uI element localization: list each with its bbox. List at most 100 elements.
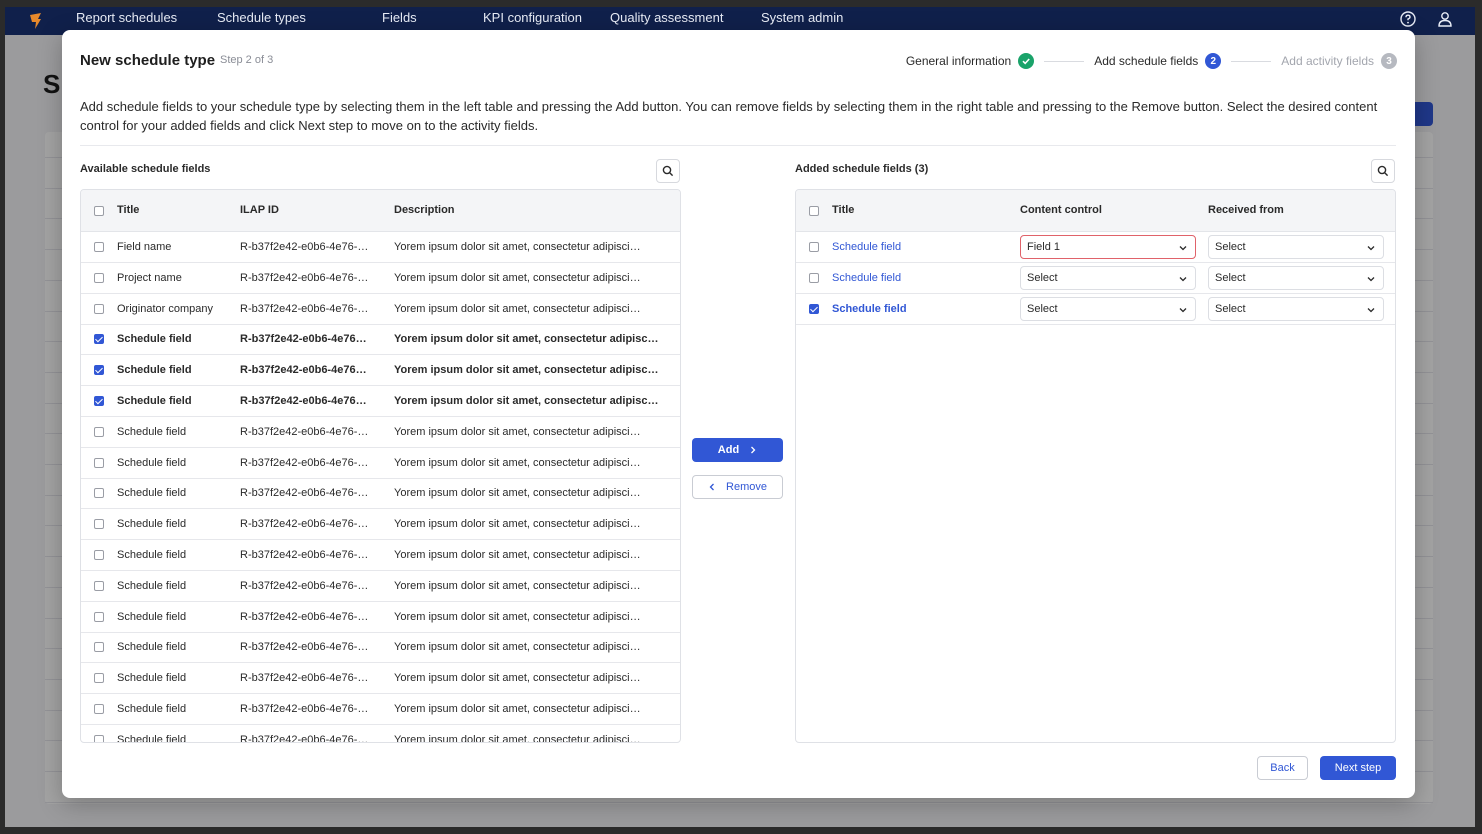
row-title: Schedule field [117, 579, 187, 592]
table-row[interactable]: Project name R-b37f2e42-e0b6-4e76-… Yorem … [81, 263, 680, 294]
row-checkbox[interactable] [94, 580, 104, 591]
row-checkbox[interactable] [94, 272, 104, 283]
content-control-select[interactable]: Field 1 [1020, 235, 1196, 259]
row-title-link[interactable]: Schedule field [832, 272, 1012, 284]
table-row[interactable]: Schedule field R-b37f2e42-e0b6-4e76-… Yore… [81, 571, 680, 602]
table-row[interactable]: Field name R-b37f2e42-e0b6-4e76-… Yorem ip… [81, 232, 680, 263]
row-ilap-id: R-b37f2e42-e0b6-4e76… [240, 395, 367, 407]
added-fields-title: Added schedule fields (3) [795, 163, 929, 175]
table-row[interactable]: Schedule field R-b37f2e42-e0b6-4e76-… Yore… [81, 725, 680, 742]
row-checkbox[interactable] [94, 396, 104, 406]
row-checkbox[interactable] [809, 242, 819, 252]
row-checkbox[interactable] [809, 303, 819, 314]
column-header-description[interactable]: Description [394, 204, 455, 216]
available-fields-table: Title ILAP ID Description Field name R-b3… [80, 189, 681, 743]
content-control-select[interactable]: Select [1020, 265, 1196, 290]
back-button[interactable]: Back [1257, 756, 1308, 780]
remove-button[interactable]: Remove [692, 475, 783, 499]
nav-item-fields[interactable]: Fields [382, 10, 417, 25]
row-checkbox[interactable] [94, 303, 104, 314]
row-title: Schedule field [117, 456, 187, 469]
divider [80, 145, 1396, 146]
row-ilap-id: R-b37f2e42-e0b6-4e76-… [240, 672, 369, 685]
row-description: Yorem ipsum dolor sit amet, consectetur … [394, 579, 641, 592]
table-row[interactable]: Schedule field R-b37f2e42-e0b6-4e76-… Yore… [81, 448, 680, 479]
table-header: Title Content control Received from [796, 190, 1395, 232]
received-from-select[interactable]: Select [1208, 265, 1384, 290]
column-header-content-control[interactable]: Content control [1020, 204, 1102, 216]
next-step-button[interactable]: Next step [1320, 756, 1396, 780]
table-row[interactable]: Schedule field R-b37f2e42-e0b6-4e76-… Yore… [81, 417, 680, 448]
table-row[interactable]: Schedule field R-b37f2e42-e0b6-4e76… Yorem… [81, 355, 680, 387]
select-all-checkbox[interactable] [94, 206, 104, 216]
added-fields-search-button[interactable] [1371, 159, 1395, 183]
table-row[interactable]: Schedule field R-b37f2e42-e0b6-4e76-… Yore… [81, 602, 680, 633]
user-icon[interactable] [1436, 10, 1454, 28]
table-header: Title ILAP ID Description [81, 190, 680, 232]
table-row[interactable]: Schedule field R-b37f2e42-e0b6-4e76-… Yore… [81, 632, 680, 664]
row-checkbox[interactable] [94, 611, 104, 622]
table-row[interactable]: Schedule field Select Select [796, 294, 1395, 325]
nav-item-quality-assessment[interactable]: Quality assessment [610, 10, 723, 25]
row-ilap-id: R-b37f2e42-e0b6-4e76… [240, 333, 367, 346]
row-title: Project name [117, 271, 182, 284]
row-title-link[interactable]: Schedule field [832, 303, 1012, 315]
row-checkbox[interactable] [94, 488, 104, 499]
table-row[interactable]: Schedule field R-b37f2e42-e0b6-4e76-… Yore… [81, 694, 680, 725]
nav-item-kpi-configuration[interactable]: KPI configuration [483, 10, 582, 25]
nav-item-schedule-types[interactable]: Schedule types [217, 10, 306, 25]
table-row[interactable]: Schedule field R-b37f2e42-e0b6-4e76… Yorem… [81, 324, 680, 356]
table-row[interactable]: Originator company R-b37f2e42-e0b6-4e76-…… [81, 294, 680, 325]
row-checkbox[interactable] [94, 704, 104, 714]
row-ilap-id: R-b37f2e42-e0b6-4e76-… [240, 579, 369, 592]
table-row[interactable]: Schedule field R-b37f2e42-e0b6-4e76-… Yore… [81, 478, 680, 510]
table-row[interactable]: Schedule field Select Select [796, 263, 1395, 294]
help-icon[interactable] [1399, 10, 1417, 28]
row-title: Schedule field [117, 333, 192, 346]
row-checkbox[interactable] [94, 550, 104, 560]
row-title: Schedule field [117, 395, 192, 407]
row-description: Yorem ipsum dolor sit amet, consectetur … [394, 456, 641, 469]
row-checkbox[interactable] [94, 426, 104, 437]
table-row[interactable]: Schedule field R-b37f2e42-e0b6-4e76-… Yore… [81, 509, 680, 541]
nav-item-system-admin[interactable]: System admin [761, 10, 843, 25]
table-row[interactable]: Schedule field R-b37f2e42-e0b6-4e76-… Yore… [81, 663, 680, 695]
row-checkbox[interactable] [94, 642, 104, 653]
chevron-down-icon [1367, 276, 1375, 282]
row-title: Schedule field [117, 487, 187, 500]
row-title: Originator company [117, 302, 213, 315]
row-ilap-id: R-b37f2e42-e0b6-4e76-… [240, 302, 369, 315]
row-description: Yorem ipsum dolor sit amet, consectetur … [394, 518, 641, 531]
column-header-title[interactable]: Title [117, 204, 139, 216]
content-control-select[interactable]: Select [1020, 296, 1196, 321]
column-header-ilap-id[interactable]: ILAP ID [240, 204, 279, 216]
table-row[interactable]: Schedule field R-b37f2e42-e0b6-4e76-… Yore… [81, 540, 680, 571]
row-title: Schedule field [117, 549, 187, 561]
row-checkbox[interactable] [94, 519, 104, 530]
column-header-title[interactable]: Title [832, 204, 854, 216]
table-row[interactable]: Schedule field R-b37f2e42-e0b6-4e76… Yorem… [81, 386, 680, 417]
chevron-left-icon [709, 483, 714, 491]
dialog-title: New schedule type [80, 52, 216, 69]
column-header-received-from[interactable]: Received from [1208, 204, 1284, 216]
select-all-checkbox[interactable] [809, 206, 819, 216]
row-description: Yorem ipsum dolor sit amet, consectetur … [394, 271, 641, 284]
select-value: Select [1215, 241, 1246, 253]
row-title: Schedule field [117, 364, 192, 377]
received-from-select[interactable]: Select [1208, 235, 1384, 259]
table-row[interactable]: Schedule field Field 1 Select [796, 232, 1395, 263]
row-checkbox[interactable] [94, 365, 104, 376]
row-checkbox[interactable] [94, 673, 104, 684]
row-title-link[interactable]: Schedule field [832, 241, 1012, 253]
row-checkbox[interactable] [94, 242, 104, 252]
row-checkbox[interactable] [94, 457, 104, 468]
row-description: Yorem ipsum dolor sit amet, consectetur … [394, 425, 641, 438]
received-from-select[interactable]: Select [1208, 296, 1384, 321]
row-ilap-id: R-b37f2e42-e0b6-4e76-… [240, 456, 369, 469]
available-fields-search-button[interactable] [656, 159, 680, 183]
row-checkbox[interactable] [94, 734, 104, 742]
row-checkbox[interactable] [94, 334, 104, 345]
row-checkbox[interactable] [809, 272, 819, 283]
add-button[interactable]: Add [692, 438, 783, 462]
nav-item-report-schedules[interactable]: Report schedules [76, 10, 177, 25]
